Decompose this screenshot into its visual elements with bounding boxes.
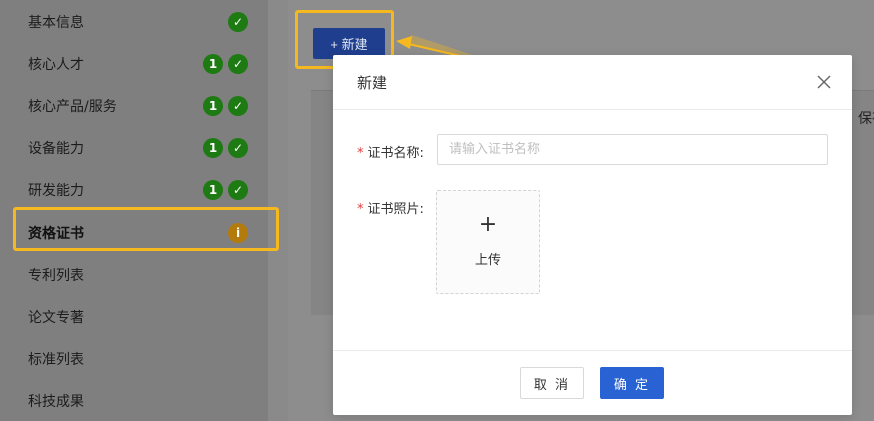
sidebar-item-label: 标准列表 — [28, 352, 84, 368]
sidebar-item-achievements[interactable]: 科技成果 — [0, 380, 268, 421]
sidebar-item-core-products[interactable]: 核心产品/服务 1 ✓ — [0, 85, 268, 127]
confirm-button[interactable]: 确 定 — [600, 367, 664, 399]
cert-photo-label: * 证书照片: — [357, 198, 424, 217]
sidebar-item-label: 专利列表 — [28, 268, 84, 284]
check-icon: ✓ — [228, 96, 248, 116]
required-mark: * — [357, 202, 364, 217]
cancel-button[interactable]: 取 消 — [520, 367, 584, 399]
close-icon[interactable] — [815, 73, 833, 91]
dialog-footer: 取 消 确 定 — [333, 350, 852, 416]
sidebar-item-label: 论文专著 — [28, 310, 84, 326]
sidebar-item-label: 研发能力 — [28, 183, 84, 199]
sidebar-item-basic-info[interactable]: 基本信息 ✓ — [0, 1, 268, 43]
sidebar-item-core-talent[interactable]: 核心人才 1 ✓ — [0, 43, 268, 85]
cert-photo-label-text: 证书照片: — [367, 202, 424, 217]
highlight-box-active-item — [13, 207, 279, 251]
sidebar-item-label: 核心产品/服务 — [28, 99, 117, 115]
dialog-title: 新建 — [357, 74, 388, 92]
check-icon: ✓ — [228, 12, 248, 32]
sidebar-item-equipment[interactable]: 设备能力 1 ✓ — [0, 127, 268, 169]
sidebar-item-label: 设备能力 — [28, 141, 84, 157]
sidebar-item-rnd[interactable]: 研发能力 1 ✓ — [0, 169, 268, 211]
sidebar-item-label: 基本信息 — [28, 15, 84, 31]
upload-area[interactable]: + 上传 — [436, 190, 540, 294]
upload-label: 上传 — [474, 253, 501, 268]
sidebar-item-label: 科技成果 — [28, 394, 84, 410]
new-certificate-dialog: 新建 *证书名称: *证书照片: + 上传 取 消 确 定 — [333, 55, 852, 415]
dialog-header: 新建 — [333, 55, 852, 110]
cert-name-label: * 证书名称: — [357, 142, 424, 161]
sidebar-item-label: 核心人才 — [28, 57, 84, 73]
sidebar-item-standards[interactable]: 标准列表 — [0, 338, 268, 380]
cert-name-label-text: 证书名称: — [367, 146, 424, 161]
sidebar-item-papers[interactable]: 论文专著 — [0, 296, 268, 338]
plus-icon: + — [478, 212, 498, 237]
count-badge: 1 — [203, 96, 223, 116]
check-icon: ✓ — [228, 138, 248, 158]
check-icon: ✓ — [228, 54, 248, 74]
count-badge: 1 — [203, 54, 223, 74]
cert-name-input[interactable] — [437, 134, 828, 165]
required-mark: * — [357, 146, 364, 161]
check-icon: ✓ — [228, 180, 248, 200]
sidebar-item-patents[interactable]: 专利列表 — [0, 254, 268, 296]
count-badge: 1 — [203, 138, 223, 158]
count-badge: 1 — [203, 180, 223, 200]
table-header-cell: 保存 — [858, 111, 874, 127]
